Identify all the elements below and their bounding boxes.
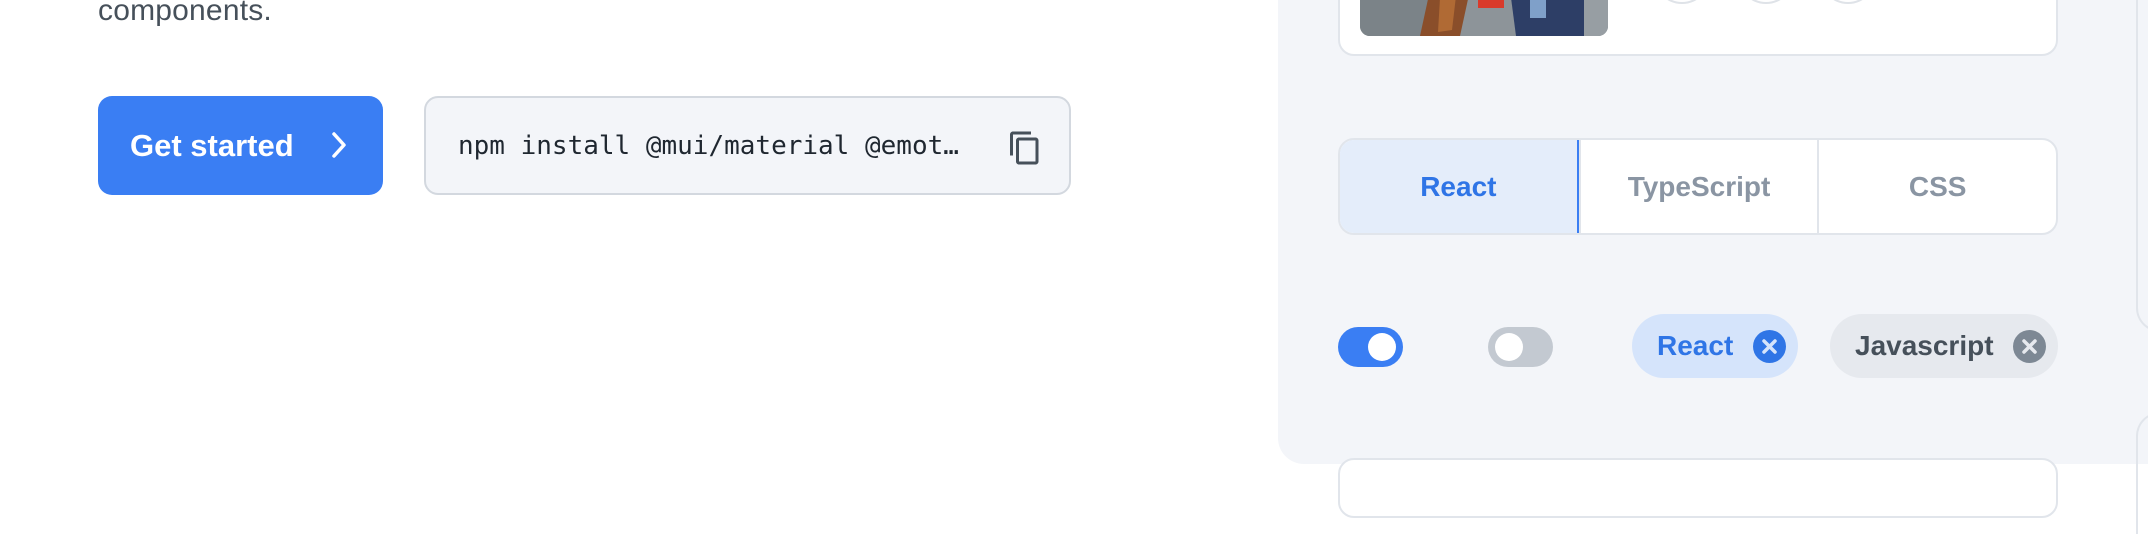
chevron-right-icon: [332, 132, 346, 158]
next-card: [1338, 458, 2058, 518]
get-started-button[interactable]: Get started: [98, 96, 383, 195]
language-toggle-group: React TypeScript CSS: [1338, 138, 2058, 235]
chip-react-label: React: [1657, 330, 1734, 361]
toggle-typescript[interactable]: TypeScript: [1578, 140, 1818, 233]
toggle-react[interactable]: React: [1340, 140, 1579, 233]
chip-javascript: Javascript: [1830, 314, 2058, 378]
album-cover-image: [1360, 0, 1608, 36]
cancel-circle-icon[interactable]: [1753, 330, 1786, 363]
copy-icon[interactable]: [1007, 130, 1043, 166]
get-started-label: Get started: [130, 127, 294, 163]
toggle-css[interactable]: CSS: [1817, 140, 2056, 233]
adjacent-card-edge-lower: [2136, 412, 2148, 534]
switch-on[interactable]: [1338, 327, 1403, 367]
chip-javascript-label: Javascript: [1855, 330, 1994, 361]
switch-knob: [1368, 333, 1396, 361]
adjacent-card-edge: [2136, 0, 2148, 332]
install-command-box: npm install @mui/material @emot…: [424, 96, 1071, 195]
cancel-circle-icon[interactable]: [2013, 330, 2046, 363]
chip-react: React: [1632, 314, 1798, 378]
hero-description-tail: components.: [98, 0, 272, 27]
install-command-text: npm install @mui/material @emot…: [458, 130, 959, 161]
switch-knob: [1495, 333, 1523, 361]
switch-off[interactable]: [1488, 327, 1553, 367]
